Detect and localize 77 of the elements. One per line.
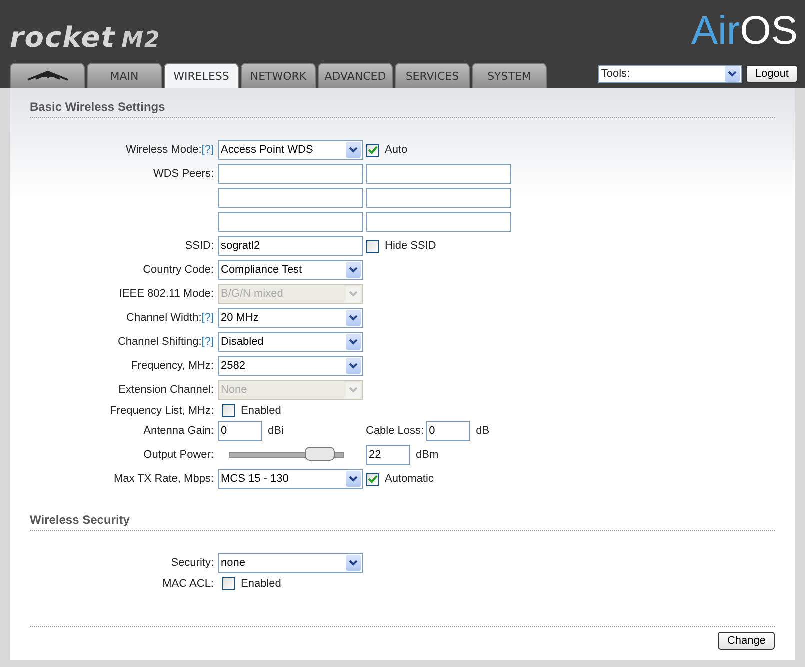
select-field[interactable]: 20 MHz [218, 308, 363, 328]
model-logo: M2 [122, 28, 161, 53]
field-label: SSID: [185, 240, 214, 252]
field-label: Cable Loss: [366, 425, 424, 437]
checkbox-label: Enabled [241, 404, 282, 416]
input-field[interactable] [366, 212, 511, 232]
nav-tab[interactable]: MAIN [87, 63, 162, 88]
caret-icon [346, 471, 361, 487]
caret-icon [346, 142, 361, 158]
field-label: Security: [171, 557, 214, 569]
caret-icon [725, 66, 740, 82]
input-field[interactable] [218, 212, 363, 232]
field-label: Extension Channel: [118, 384, 214, 396]
nav-tab[interactable]: SERVICES [395, 63, 470, 88]
field-label: Wireless Mode: [126, 144, 202, 156]
select-field[interactable]: Access Point WDS [218, 140, 363, 160]
field-label: Output Power: [144, 449, 214, 461]
field-label: Channel Width: [126, 312, 202, 324]
caret-icon [346, 555, 361, 571]
checkbox[interactable] [366, 472, 379, 486]
checkbox[interactable] [366, 144, 379, 156]
input-field[interactable] [218, 164, 363, 184]
checkbox-label: Automatic [385, 473, 434, 485]
change-button[interactable]: Change [718, 632, 775, 650]
section-title: Wireless Security [30, 513, 775, 531]
unit-label: dBi [268, 425, 284, 437]
nav-tab[interactable]: ADVANCED [318, 63, 393, 88]
checkbox[interactable] [222, 404, 235, 417]
input-field[interactable] [218, 188, 363, 208]
nav-tab[interactable]: WIRELESS [164, 63, 239, 88]
field-label: Frequency, MHz: [131, 360, 214, 372]
select-field[interactable]: 2582 [218, 356, 363, 376]
checkbox-label: Enabled [241, 578, 282, 590]
input-field[interactable]: 22 [366, 445, 410, 465]
field-label: WDS Peers: [153, 168, 214, 180]
nav-tab[interactable]: SYSTEM [472, 63, 547, 88]
slider-thumb[interactable] [305, 447, 336, 461]
help-link[interactable]: [?] [202, 312, 214, 324]
antenna-logo-icon [26, 70, 70, 82]
logout-button[interactable]: Logout [746, 65, 798, 83]
unit-label: dB [476, 425, 490, 437]
field-label: Channel Shifting: [118, 336, 202, 348]
unit-label: dBm [416, 449, 439, 461]
product-logo: rocket [10, 21, 116, 54]
caret-icon [346, 358, 361, 374]
field-label: Antenna Gain: [144, 425, 214, 437]
select-field[interactable]: Disabled [218, 332, 363, 352]
field-label: Max TX Rate, Mbps: [114, 473, 214, 485]
caret-icon [346, 262, 361, 278]
caret-icon [346, 382, 361, 398]
input-field[interactable] [366, 164, 511, 184]
input-field[interactable]: sogratl2 [218, 236, 363, 256]
slider[interactable] [228, 447, 345, 463]
field-label: Country Code: [143, 264, 214, 276]
input-field[interactable] [366, 188, 511, 208]
field-label: Frequency List, MHz: [110, 404, 214, 416]
input-field[interactable]: 0 [426, 421, 470, 441]
nav-tab[interactable] [10, 63, 85, 88]
field-label: IEEE 802.11 Mode: [119, 288, 214, 300]
caret-icon [346, 334, 361, 350]
checkbox[interactable] [366, 240, 379, 252]
checkbox-label: Auto [385, 144, 408, 156]
brand-logo: AirOS [691, 9, 798, 54]
section-title: Basic Wireless Settings [30, 100, 775, 118]
input-field[interactable]: 0 [218, 421, 262, 441]
caret-icon [346, 310, 361, 326]
select-field[interactable]: MCS 15 - 130 [218, 469, 363, 489]
checkbox-label: Hide SSID [385, 240, 436, 252]
tools-select[interactable]: Tools: [598, 65, 742, 83]
checkbox[interactable] [222, 577, 235, 590]
nav-tab[interactable]: NETWORK [241, 63, 316, 88]
caret-icon [346, 286, 361, 302]
help-link[interactable]: [?] [202, 336, 214, 348]
select-field[interactable]: Compliance Test [218, 260, 363, 280]
field-label: MAC ACL: [162, 578, 214, 590]
help-link[interactable]: [?] [202, 144, 214, 156]
select-field[interactable]: none [218, 553, 363, 573]
